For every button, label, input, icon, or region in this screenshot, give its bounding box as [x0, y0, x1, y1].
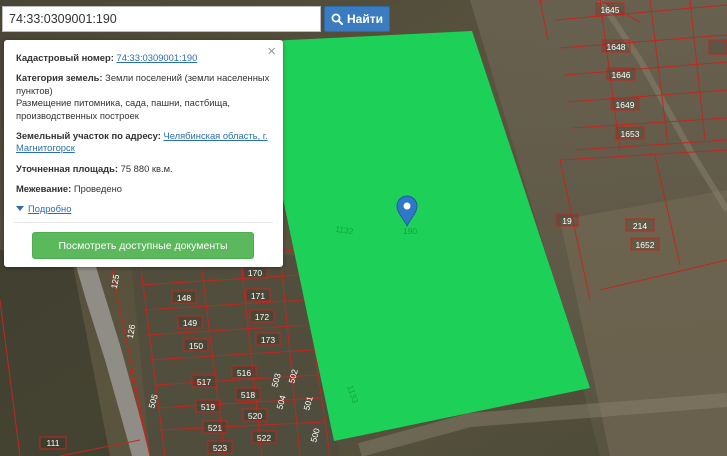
parcel-label: 520	[248, 411, 262, 421]
caret-down-icon	[16, 206, 24, 212]
land-category-label: Категория земель:	[16, 72, 103, 84]
more-details-link[interactable]: Подробно	[28, 203, 71, 215]
parcel-label: 522	[257, 433, 271, 443]
search-icon	[331, 13, 343, 25]
survey-value: Проведено	[73, 183, 122, 195]
parcel-label: 170	[248, 268, 262, 278]
parcel-label: 1649	[616, 100, 635, 110]
cadastral-number-row: Кадастровый номер: 74:33:0309001:190	[16, 52, 271, 64]
parcel-label: 517	[197, 377, 211, 387]
parcel-label: 516	[237, 368, 251, 378]
parcel-label: 149	[183, 318, 197, 328]
parcel-label: 1653	[621, 129, 640, 139]
area-label: Уточненная площадь:	[16, 162, 119, 174]
parcel-label: 519	[201, 402, 215, 412]
parcel-info-panel: × Кадастровый номер: 74:33:0309001:190 К…	[4, 40, 283, 267]
parcel-label: 521	[208, 423, 222, 433]
address-row: Земельный участок по адресу: Челябинская…	[16, 130, 271, 155]
parcel-label: 1648	[607, 42, 626, 52]
search-input[interactable]	[9, 12, 320, 26]
parcel-label: 1646	[612, 70, 631, 80]
address-label: Земельный участок по адресу:	[16, 130, 161, 142]
area-value: 75 880 кв.м.	[120, 162, 173, 174]
survey-label: Межевание:	[16, 183, 72, 195]
parcel-label: 173	[261, 335, 275, 345]
land-category-row: Категория земель: Земли поселений (земли…	[16, 72, 271, 122]
parcel-label: 150	[189, 341, 203, 351]
parcel-label: 171	[251, 291, 265, 301]
parcel-label: 111	[47, 438, 60, 448]
parcel-label: 1645	[601, 5, 620, 15]
parcel-label: 518	[241, 390, 255, 400]
more-details-toggle[interactable]: Подробно	[16, 203, 271, 215]
parcel-label: 148	[177, 293, 191, 303]
panel-divider	[14, 222, 273, 224]
parcel-label: 19	[562, 216, 572, 226]
parcel-label: 523	[213, 443, 227, 453]
parcel-label: 214	[633, 221, 647, 231]
parcel-label: 172	[255, 312, 269, 322]
parcel-label: 190	[403, 226, 417, 236]
search-button[interactable]: Найти	[324, 6, 390, 32]
close-icon[interactable]: ×	[267, 44, 276, 60]
view-documents-button[interactable]: Посмотреть доступные документы	[32, 232, 254, 260]
area-row: Уточненная площадь: 75 880 кв.м.	[16, 163, 271, 175]
search-field[interactable]	[2, 6, 321, 32]
parcel-label: 1652	[636, 240, 655, 250]
cadastral-number-label: Кадастровый номер:	[16, 52, 114, 63]
cadastral-number-link[interactable]: 74:33:0309001:190	[116, 52, 197, 63]
permitted-use-value: Размещение питомника, сада, пашни, пастб…	[16, 97, 231, 121]
survey-row: Межевание: Проведено	[16, 183, 271, 195]
search-button-label: Найти	[347, 12, 383, 26]
